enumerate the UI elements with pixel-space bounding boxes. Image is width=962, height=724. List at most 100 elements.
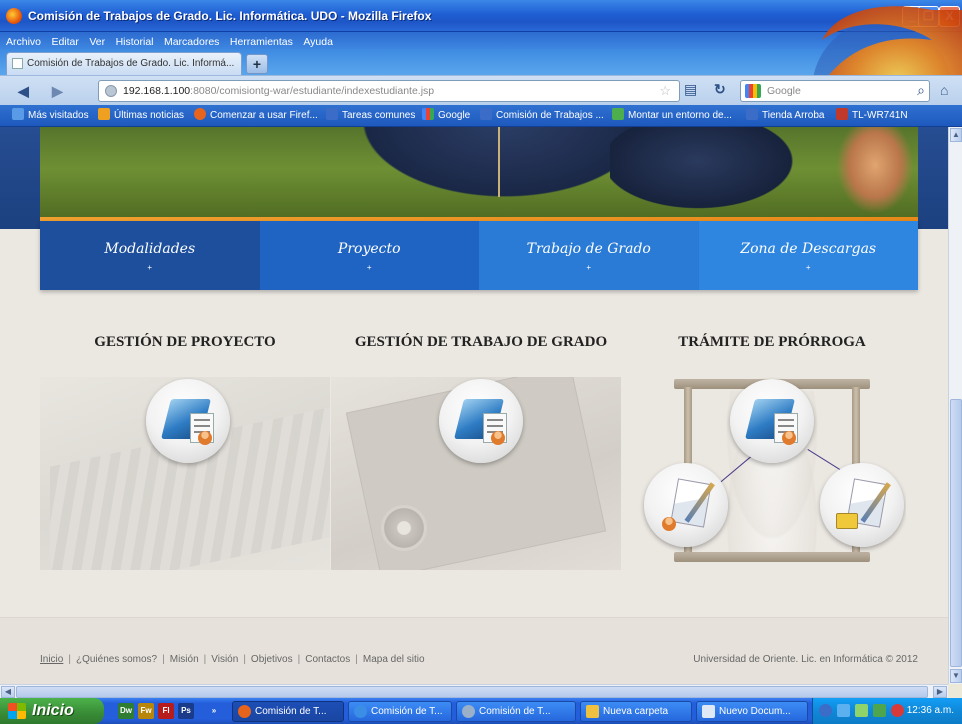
new-tab-button[interactable]: +	[246, 54, 268, 74]
vertical-scroll-thumb[interactable]	[950, 399, 962, 667]
bookmark-tl-wr741n[interactable]: TL-WR741N	[836, 108, 908, 124]
clock[interactable]: 12:36 a.m.	[907, 705, 954, 716]
bookmarks-toolbar: Más visitados Últimas noticias Comenzar …	[0, 105, 962, 127]
tab-strip: Comisión de Trabajos de Grado. Lic. Info…	[0, 49, 962, 75]
back-icon[interactable]: ◀	[18, 82, 29, 100]
footer-link-vision[interactable]: Visión	[211, 654, 238, 665]
windows-taskbar: Inicio Dw Fw Fl Ps » Comisión de T... Co…	[0, 698, 962, 724]
card-gestion-trabajo-grado[interactable]	[331, 377, 621, 570]
taskbar-button-chrome[interactable]: Comisión de T...	[456, 701, 576, 722]
tab-comision[interactable]: Comisión de Trabajos de Grado. Lic. Info…	[6, 52, 242, 75]
bookmarks-icon[interactable]: ▤	[684, 81, 697, 98]
taskbar-button-firefox[interactable]: Comisión de T...	[232, 701, 344, 722]
nav-modalidades[interactable]: Modalidades +	[40, 221, 260, 290]
bookmark-google[interactable]: Google	[422, 108, 470, 124]
cd-disc-photo	[381, 505, 427, 551]
bookmark-tareas-comunes[interactable]: Tareas comunes	[326, 108, 415, 124]
footer-separator: |	[297, 654, 301, 665]
bookmark-label: Últimas noticias	[114, 110, 185, 121]
bookmark-star-icon[interactable]: ☆	[659, 83, 671, 99]
flash-icon[interactable]: Fl	[158, 703, 174, 719]
scroll-right-icon[interactable]: ▶	[933, 686, 947, 698]
document-user-icon[interactable]	[146, 379, 230, 463]
document-user-icon[interactable]	[730, 379, 814, 463]
scroll-down-icon[interactable]: ▼	[950, 669, 962, 683]
search-icon[interactable]: ⌕	[917, 82, 925, 99]
footer-separator: |	[243, 654, 246, 665]
bookmark-comenzar[interactable]: Comenzar a usar Firef...	[194, 108, 318, 124]
taskbar-button-ie[interactable]: Comisión de T...	[348, 701, 452, 722]
scroll-up-icon[interactable]: ▲	[950, 128, 962, 142]
url-bar[interactable]: 192.168.1.100:8080/comisiontg-war/estudi…	[98, 80, 680, 102]
footer-link-mision[interactable]: Misión	[170, 654, 199, 665]
taskbar-button-document[interactable]: Nuevo Docum...	[696, 701, 808, 722]
section-title-tramite-prorroga: TRÁMITE DE PRÓRROGA	[678, 334, 866, 350]
router-icon	[836, 108, 848, 120]
volume-icon[interactable]	[873, 704, 886, 717]
user-shape	[198, 431, 212, 445]
nav-proyecto[interactable]: Proyecto +	[259, 221, 479, 290]
taskbar-button-label: Nueva carpeta	[603, 706, 669, 717]
footer-link-objetivos[interactable]: Objetivos	[251, 654, 293, 665]
bookmark-label: Más visitados	[28, 110, 89, 121]
fireworks-icon[interactable]: Fw	[138, 703, 154, 719]
document-user-icon[interactable]	[439, 379, 523, 463]
document-edit-user-icon[interactable]	[644, 463, 728, 547]
taskbar-button-label: Nuevo Docum...	[719, 706, 791, 717]
quick-launch-more-icon[interactable]: »	[206, 703, 222, 719]
taskbar-button-folder[interactable]: Nueva carpeta	[580, 701, 692, 722]
system-tray: 12:36 a.m.	[812, 698, 962, 724]
bookmark-ultimas-noticias[interactable]: Últimas noticias	[98, 108, 184, 124]
bookmark-comision[interactable]: Comisión de Trabajos ...	[480, 108, 604, 124]
search-box[interactable]: Google ⌕	[740, 80, 930, 102]
photoshop-icon[interactable]: Ps	[178, 703, 194, 719]
nav-zona-de-descargas[interactable]: Zona de Descargas +	[698, 221, 918, 290]
title-bar[interactable]: Comisión de Trabajos de Grado. Lic. Info…	[0, 0, 962, 32]
card-gestion-proyecto[interactable]	[40, 377, 330, 570]
user-shape	[491, 431, 505, 445]
bookmark-label: Google	[438, 110, 471, 121]
hourglass-base-shape	[674, 552, 870, 562]
scroll-left-icon[interactable]: ◀	[1, 686, 15, 698]
page-footer: Inicio | ¿Quiénes somos? | Misión | Visión | Obj…	[0, 617, 948, 684]
footer-link-mapa-del-sitio[interactable]: Mapa del sitio	[363, 654, 425, 665]
bookmark-label: Tienda Arroba	[762, 110, 825, 121]
bookmark-mas-visitados[interactable]: Más visitados	[12, 108, 89, 124]
nav-trabajo-de-grado[interactable]: Trabajo de Grado +	[479, 221, 699, 290]
footer-copyright: Universidad de Oriente. Lic. en Informát…	[693, 654, 918, 665]
close-button[interactable]: X	[939, 6, 960, 27]
document-icon	[702, 705, 715, 718]
horizontal-scroll-thumb[interactable]	[16, 686, 928, 698]
lock-shape	[836, 513, 858, 529]
footer-link-quienes-somos[interactable]: ¿Quiénes somos?	[76, 654, 157, 665]
shield-icon[interactable]	[855, 704, 868, 717]
footer-link-contactos[interactable]: Contactos	[305, 654, 350, 665]
network-icon[interactable]	[837, 704, 850, 717]
banner-side-left	[0, 127, 40, 229]
vertical-scrollbar[interactable]: ▲ ▼	[948, 127, 962, 684]
footer-link-inicio[interactable]: Inicio	[40, 654, 63, 665]
document-edit-lock-icon[interactable]	[820, 463, 904, 547]
home-icon[interactable]: ⌂	[940, 82, 948, 98]
menu-bar: Archivo Editar Ver Historial Marcadores …	[0, 32, 962, 49]
banner-side-right	[918, 127, 948, 229]
horizontal-scrollbar[interactable]: ◀ ▶	[0, 684, 948, 698]
start-button[interactable]: Inicio	[0, 698, 104, 724]
nav-marker-icon: +	[147, 263, 153, 272]
bookmark-montar-entorno[interactable]: Montar un entorno de...	[612, 108, 732, 124]
google-engine-icon[interactable]	[745, 84, 761, 98]
forward-icon[interactable]: ▶	[52, 82, 63, 100]
footer-separator: |	[203, 654, 207, 665]
dreamweaver-icon[interactable]: Dw	[118, 703, 134, 719]
nav-marker-icon: +	[366, 263, 372, 272]
site-identity-icon[interactable]	[105, 85, 117, 97]
reload-icon[interactable]: ↻	[714, 81, 726, 98]
page-icon	[326, 108, 338, 120]
card-tramite-prorroga[interactable]	[638, 377, 906, 570]
tray-expand-icon[interactable]	[819, 704, 832, 717]
security-alert-icon[interactable]	[891, 704, 904, 717]
bookmark-tienda-arroba[interactable]: Tienda Arroba	[746, 108, 824, 124]
nav-label: Modalidades	[104, 241, 196, 257]
nav-marker-icon: +	[586, 263, 592, 272]
maximize-button[interactable]: ❐	[918, 6, 939, 27]
